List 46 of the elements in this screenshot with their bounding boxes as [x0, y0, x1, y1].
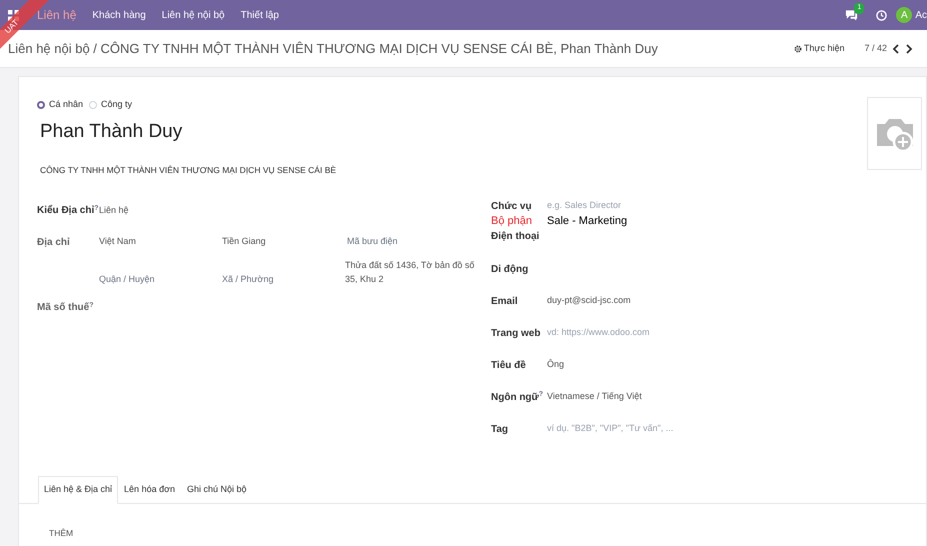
action-button[interactable]: Thực hiện	[794, 42, 844, 56]
next-icon[interactable]	[905, 44, 913, 54]
company-name: CÔNG TY TNHH MỘT THÀNH VIÊN THƯƠNG MẠI DỊCH VỤ SENSE CÁI BÈ	[40, 164, 338, 177]
breadcrumb-link[interactable]: Liên hệ nội bộ	[8, 40, 90, 56]
field-label: Tiêu đề	[491, 358, 527, 373]
district-field[interactable]: Quận / Huyện	[99, 272, 222, 286]
field-label: Địa chỉ	[37, 236, 71, 250]
radio-label: Công ty	[101, 98, 132, 111]
tab[interactable]: Ghi chú Nội bộ	[181, 476, 253, 504]
field-value[interactable]: duy-pt@scid-jsc.com	[547, 294, 631, 326]
add-button[interactable]: THÊM	[49, 527, 74, 540]
field-label: Bộ phận	[491, 214, 533, 229]
field-label: Di động	[491, 262, 530, 277]
field-value[interactable]: Ông	[547, 358, 564, 390]
field-label: Trang web	[491, 326, 542, 341]
pager-counter: 7 / 42	[864, 42, 887, 55]
country-field[interactable]: Việt Nam	[99, 234, 222, 248]
field-label: Kiểu Địa chỉ$^{?}$	[37, 204, 99, 218]
state-field[interactable]: Tiền Giang	[222, 234, 345, 248]
field-value[interactable]: Liên hệ	[99, 204, 129, 218]
radio-button[interactable]	[37, 100, 45, 109]
apps-menu-icon[interactable]	[8, 10, 19, 20]
field-label: Chức vụ	[491, 200, 533, 213]
breadcrumb: Liên hệ nội bộ / CÔNG TY TNHH MỘT THÀNH VIÊN THƯƠNG MẠI DỊCH VỤ SENSE CÁI BÈ, Phan Thành Duy	[8, 40, 658, 58]
tab[interactable]: Lên hóa đơn	[118, 476, 181, 504]
menu-item[interactable]: Khách hàng	[92, 8, 146, 22]
menu-item[interactable]: Thiết lập	[240, 8, 279, 22]
menu-item[interactable]: Liên hệ nội bộ	[162, 8, 225, 22]
field-value[interactable]: Vietnamese / Tiếng Việt	[547, 390, 642, 422]
contact-name: Phan Thành Duy	[40, 120, 182, 144]
field-value[interactable]: Sale - Marketing	[547, 212, 628, 229]
field-label: Mã số thuế$^{?}$	[37, 300, 94, 316]
previous-icon[interactable]	[892, 44, 900, 54]
user-name[interactable]: Ac	[915, 8, 927, 22]
field-label: Tag	[491, 422, 510, 437]
zip-field[interactable]: Mã bưu điện	[345, 234, 485, 248]
clock-icon[interactable]	[876, 10, 888, 20]
radio-label: Cá nhân	[49, 98, 84, 111]
field-label: Điện thoại	[491, 230, 540, 244]
gear-icon	[794, 44, 802, 52]
field-label: Ngôn ngữ$^{?}$	[491, 390, 544, 405]
tab[interactable]: Liên hệ & Địa chỉ	[38, 476, 118, 504]
field-label: Email	[491, 294, 519, 309]
ward-field[interactable]: Xã / Phường	[222, 272, 345, 286]
street-field[interactable]: Thửa đất số 1436, Tờ bản đồ số 35, Khu 2	[345, 258, 485, 286]
chat-icon[interactable]	[845, 9, 858, 21]
